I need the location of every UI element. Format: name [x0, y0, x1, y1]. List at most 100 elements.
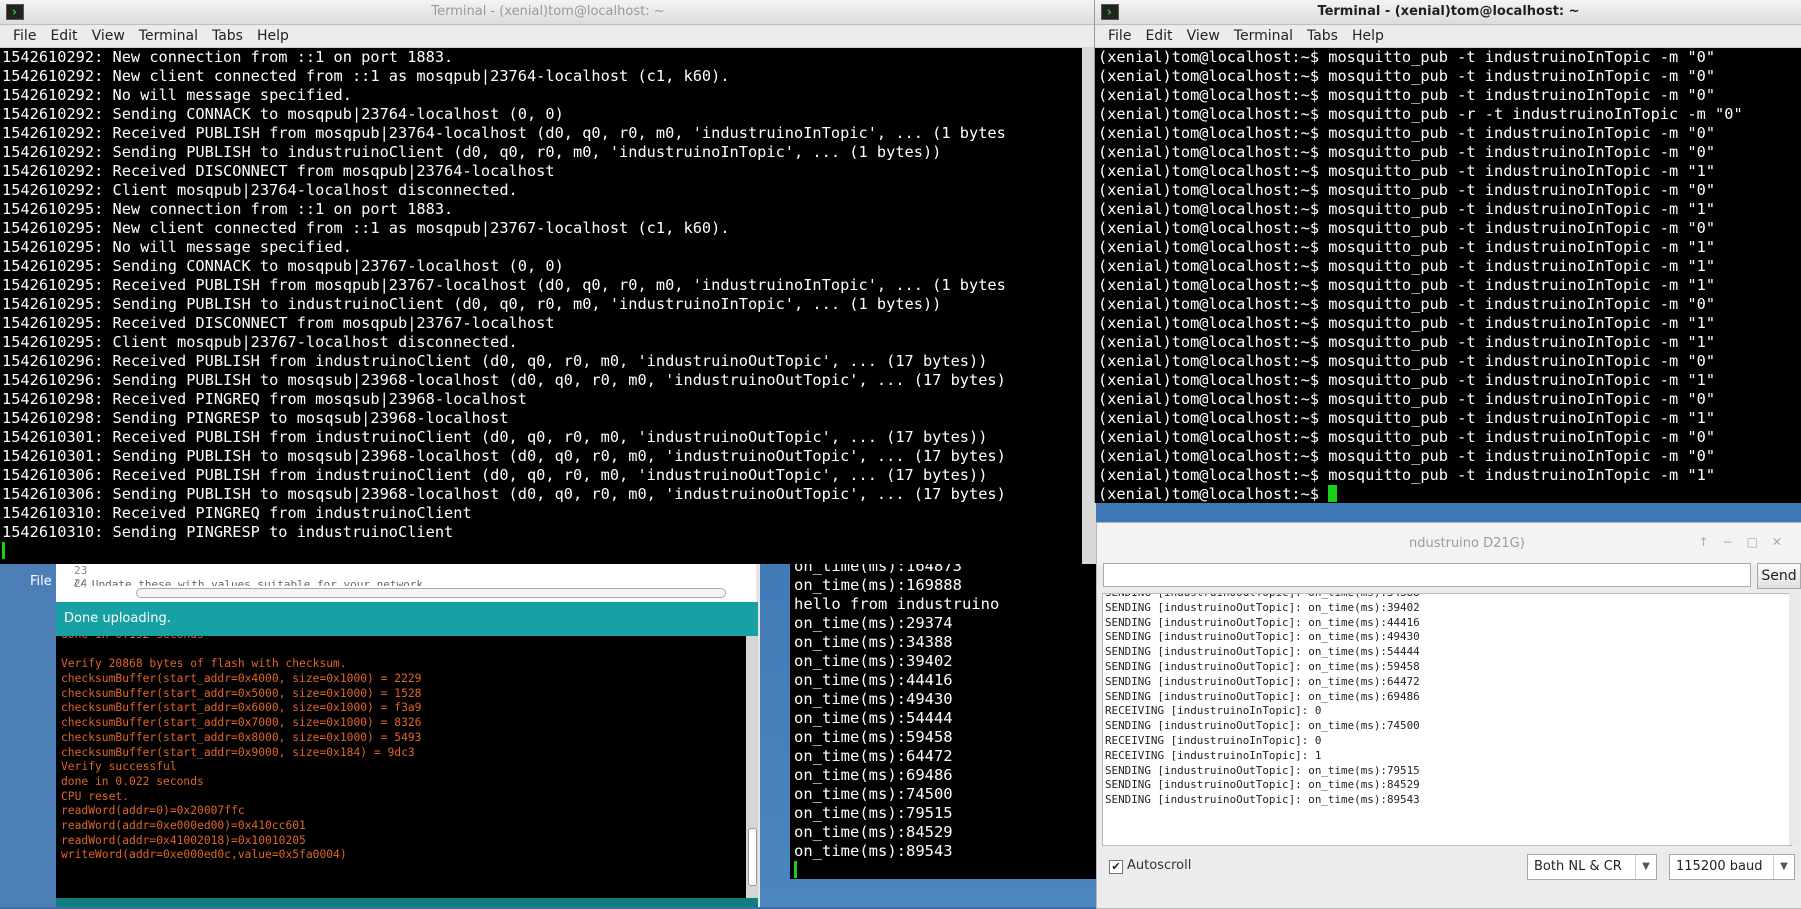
log-line: 1542610301: Received PUBLISH from indust… — [2, 428, 988, 446]
log-line: 1542610295: Received DISCONNECT from mos… — [2, 314, 555, 332]
log-line: 1542610310: Received PINGREQ from indust… — [2, 504, 472, 522]
command-line: (xenial)tom@localhost:~$ mosquitto_pub -… — [1098, 409, 1716, 427]
log-line: 1542610295: Sending CONNACK to mosqpub|2… — [2, 257, 564, 275]
log-line: 1542610306: Sending PUBLISH to mosqsub|2… — [2, 485, 1006, 503]
console-scrollbar[interactable] — [746, 636, 758, 898]
status-text: Done uploading. — [64, 611, 171, 626]
command-line: (xenial)tom@localhost:~$ mosquitto_pub -… — [1098, 181, 1716, 199]
log-line: 1542610292: New client connected from ::… — [2, 67, 730, 85]
window-controls[interactable]: ↑−□✕ — [1698, 535, 1796, 549]
line-numbers: 23 24 — [74, 564, 88, 590]
command-line: (xenial)tom@localhost:~$ mosquitto_pub -… — [1098, 200, 1716, 218]
autoscroll-label: Autoscroll — [1127, 858, 1192, 873]
line-ending-select[interactable]: Both NL & CR ▼ — [1527, 854, 1657, 880]
terminal-output[interactable]: (xenial)tom@localhost:~$ mosquitto_pub -… — [1095, 48, 1801, 503]
console-line: readWord(addr=0xe000ed00)=0x410cc601 — [61, 818, 306, 832]
log-line: 1542610298: Received PINGREQ from mosqsu… — [2, 390, 527, 408]
menu-item-edit[interactable]: Edit — [43, 28, 84, 44]
command-line: (xenial)tom@localhost:~$ mosquitto_pub -… — [1098, 466, 1716, 484]
log-line: 1542610306: Received PUBLISH from indust… — [2, 466, 988, 484]
menu-item-file[interactable]: File — [1101, 28, 1138, 44]
serial-monitor-line: SENDING [industruinoOutTopic]: on_time(m… — [1105, 674, 1420, 688]
ide-left-panel: File — [0, 564, 56, 907]
menu-item-view[interactable]: View — [1180, 28, 1227, 44]
autoscroll-checkbox[interactable]: ✔ — [1109, 860, 1123, 874]
menu-item-file[interactable]: File — [6, 28, 43, 44]
command-line: (xenial)tom@localhost:~$ mosquitto_pub -… — [1098, 352, 1716, 370]
menu-item-tabs[interactable]: Tabs — [205, 28, 250, 44]
chevron-down-icon: ▼ — [1635, 855, 1656, 879]
command-line: (xenial)tom@localhost:~$ mosquitto_pub -… — [1098, 447, 1716, 465]
command-line: (xenial)tom@localhost:~$ mosquitto_pub -… — [1098, 86, 1716, 104]
command-line: (xenial)tom@localhost:~$ mosquitto_pub -… — [1098, 333, 1716, 351]
code-editor[interactable]: 23 24 // Update these with values suitab… — [56, 564, 756, 603]
command-line: (xenial)tom@localhost:~$ mosquitto_pub -… — [1098, 105, 1743, 123]
menu-item-help[interactable]: Help — [1345, 28, 1391, 44]
serial-monitor-line: SENDING [industruinoOutTopic]: on_time(m… — [1105, 594, 1791, 601]
menu-item-terminal[interactable]: Terminal — [1227, 28, 1300, 44]
serial-monitor-line: SENDING [industruinoOutTopic]: on_time(m… — [1105, 778, 1420, 792]
menu-item-terminal[interactable]: Terminal — [132, 28, 205, 44]
log-line: 1542610295: New connection from ::1 on p… — [2, 200, 454, 218]
horizontal-scrollbar[interactable] — [136, 588, 726, 598]
log-line: 1542610292: No will message specified. — [2, 86, 352, 104]
send-button[interactable]: Send — [1757, 563, 1801, 589]
log-line: 1542610292: Sending PUBLISH to industrui… — [2, 143, 942, 161]
window-title: Terminal - (xenial)tom@localhost: ~ — [1317, 4, 1580, 19]
log-line: 1542610295: Sending PUBLISH to industrui… — [2, 295, 942, 313]
menubar: File Edit View Terminal Tabs Help — [0, 25, 1096, 48]
log-line: 1542610296: Sending PUBLISH to mosqsub|2… — [2, 371, 1006, 389]
console-line: Verify successful — [61, 760, 177, 774]
baud-rate-value: 115200 baud — [1676, 859, 1763, 874]
serial-monitor-line: SENDING [industruinoOutTopic]: on_time(m… — [1105, 600, 1420, 614]
serial-monitor-line: SENDING [industruinoOutTopic]: on_time(m… — [1105, 645, 1420, 659]
console-line: done in 0.022 seconds — [61, 774, 204, 788]
log-line: 1542610292: New connection from ::1 on p… — [2, 48, 454, 66]
console-line: checksumBuffer(start_addr=0x4000, size=0… — [61, 672, 422, 686]
menubar: File Edit View Terminal Tabs Help — [1095, 25, 1801, 48]
serial-input-field[interactable] — [1103, 563, 1751, 587]
log-line: 1542610292: Received DISCONNECT from mos… — [2, 162, 555, 180]
terminal-window-broker: Terminal - (xenial)tom@localhost: ~ File… — [0, 0, 1096, 564]
console-line: readWord(addr=0x41002018)=0x10010205 — [61, 833, 306, 847]
serial-output-scrollbar[interactable] — [1789, 593, 1799, 844]
command-line: (xenial)tom@localhost:~$ mosquitto_pub -… — [1098, 371, 1716, 389]
log-line: 1542610295: No will message specified. — [2, 238, 352, 256]
serial-monitor-line: SENDING [industruinoOutTopic]: on_time(m… — [1105, 630, 1420, 644]
upload-status-bar: Done uploading. — [56, 602, 758, 636]
log-line: 1542610292: Received PUBLISH from mosqpu… — [2, 124, 1006, 142]
console-line: Verify 20868 bytes of flash with checksu… — [61, 657, 347, 671]
log-line: 1542610295: Client mosqpub|23767-localho… — [2, 333, 518, 351]
arduino-ide-window: File 23 24 // Update these with values s… — [0, 564, 760, 907]
console-line: checksumBuffer(start_addr=0x5000, size=0… — [61, 686, 422, 700]
console-line: checksumBuffer(start_addr=0x6000, size=0… — [61, 701, 422, 715]
serial-monitor-line: SENDING [industruinoOutTopic]: on_time(m… — [1105, 763, 1420, 777]
scroll-thumb[interactable] — [748, 828, 757, 886]
menu-item-help[interactable]: Help — [250, 28, 296, 44]
command-line: (xenial)tom@localhost:~$ mosquitto_pub -… — [1098, 219, 1716, 237]
console-line: done in 0.152 seconds — [61, 636, 751, 643]
cursor — [2, 542, 5, 559]
serial-monitor-line: SENDING [industruinoOutTopic]: on_time(m… — [1105, 793, 1420, 807]
code-line: // Update these with values suitable for… — [72, 578, 430, 586]
command-line: (xenial)tom@localhost:~$ mosquitto_pub -… — [1098, 124, 1716, 142]
log-line: 1542610295: New client connected from ::… — [2, 219, 730, 237]
file-menu[interactable]: File — [30, 574, 52, 589]
command-line: (xenial)tom@localhost:~$ mosquitto_pub -… — [1098, 143, 1716, 161]
prompt-line[interactable]: (xenial)tom@localhost:~$ — [1098, 485, 1801, 503]
serial-output: SENDING [industruinoOutTopic]: on_time(m… — [1102, 593, 1792, 846]
menu-item-edit[interactable]: Edit — [1138, 28, 1179, 44]
line-ending-value: Both NL & CR — [1534, 859, 1622, 874]
serial-monitor-line: RECEIVING [industruinoInTopic]: 0 — [1105, 733, 1322, 747]
menu-item-tabs[interactable]: Tabs — [1300, 28, 1345, 44]
terminal-output[interactable]: 1542610292: New connection from ::1 on p… — [0, 48, 1096, 564]
command-line: (xenial)tom@localhost:~$ mosquitto_pub -… — [1098, 238, 1716, 256]
cursor — [1328, 485, 1338, 502]
serial-monitor-line: SENDING [industruinoOutTopic]: on_time(m… — [1105, 659, 1420, 673]
baud-rate-select[interactable]: 115200 baud ▼ — [1669, 854, 1795, 880]
serial-monitor-line: RECEIVING [industruinoInTopic]: 1 — [1105, 748, 1322, 762]
command-line: (xenial)tom@localhost:~$ mosquitto_pub -… — [1098, 162, 1716, 180]
menu-item-view[interactable]: View — [85, 28, 132, 44]
log-line: 1542610310: Sending PINGRESP to industru… — [2, 523, 454, 541]
